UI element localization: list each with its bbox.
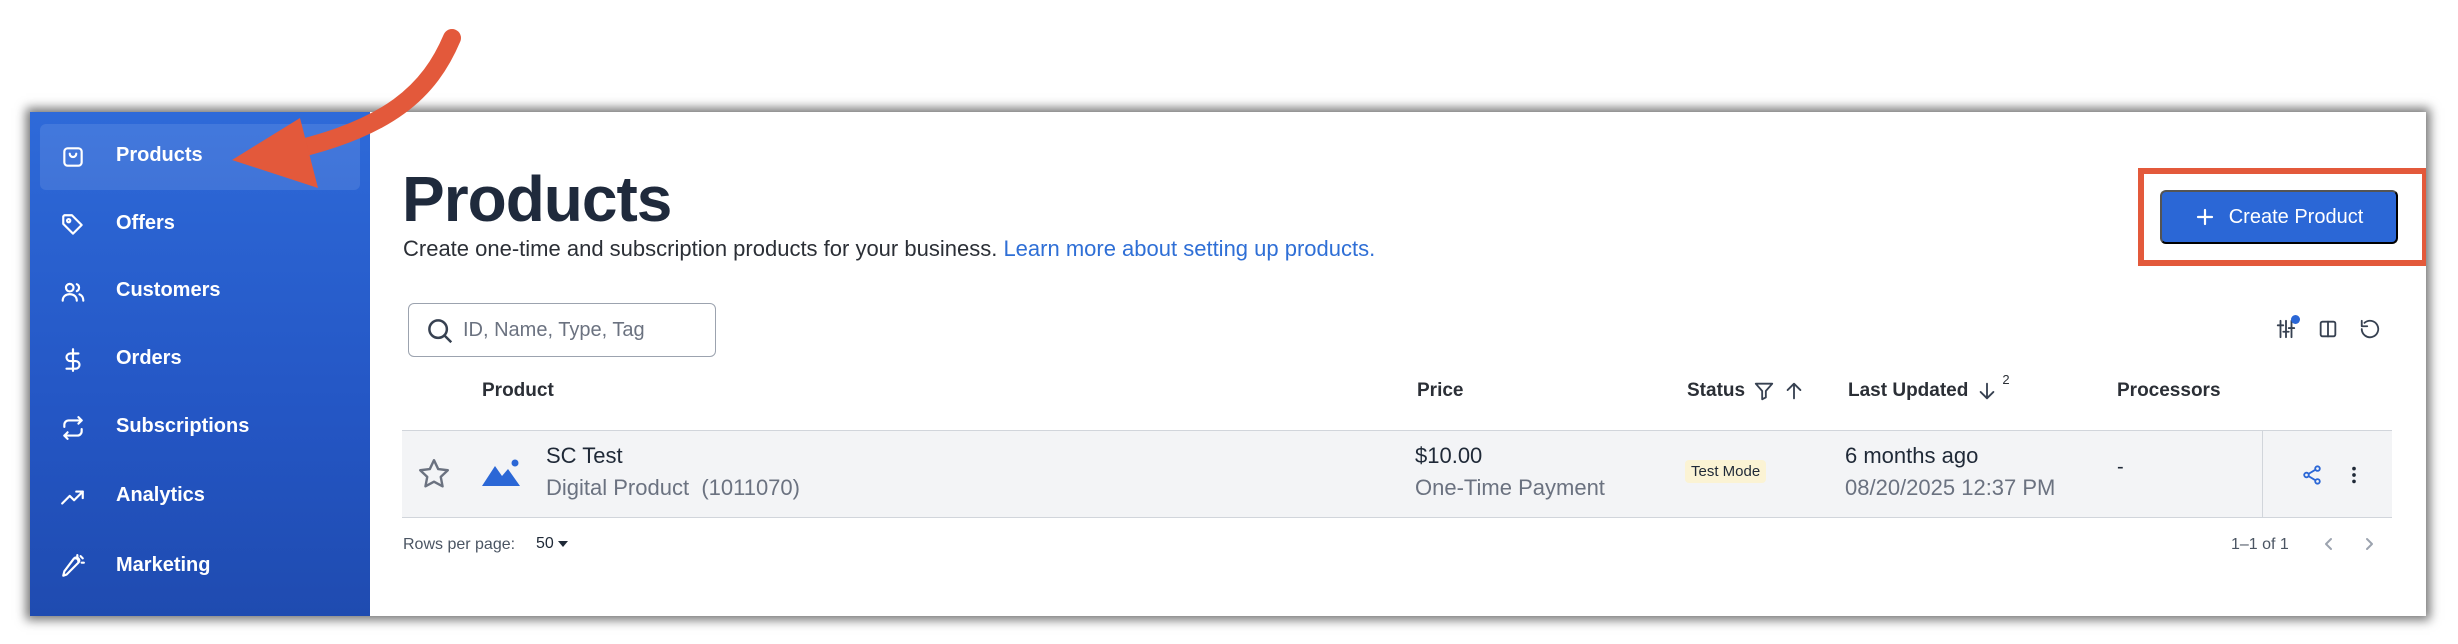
search-box — [408, 303, 716, 357]
product-id: (1011070) — [701, 475, 800, 500]
column-label: Status — [1687, 380, 1746, 401]
app-window: Products Offers Customers Orders Subscri… — [30, 112, 2426, 616]
rows-per-page-label: Rows per page: — [403, 536, 516, 553]
more-vertical-icon — [2352, 466, 2356, 484]
pagination-range: 1–1 of 1 — [2231, 536, 2289, 553]
column-header-last-updated[interactable]: Last Updated 2 — [1848, 372, 2010, 402]
sort-order-badge: 2 — [2002, 371, 2010, 387]
star-icon — [419, 459, 449, 488]
rows-per-page-value: 50 — [536, 535, 554, 552]
plus-icon — [2196, 208, 2213, 226]
page-subtitle: Create one-time and subscription product… — [403, 236, 1375, 262]
product-image-icon — [480, 454, 522, 490]
chevron-down-icon — [557, 541, 568, 547]
column-header-product[interactable]: Product — [482, 380, 554, 402]
tag-icon — [58, 210, 88, 240]
product-type: Digital Product (1011070) — [546, 475, 800, 501]
trending-up-icon — [58, 482, 88, 512]
sidebar-item-customers[interactable]: Customers — [40, 259, 360, 325]
status-badge: Test Mode — [1685, 460, 1767, 483]
next-page-button[interactable] — [2357, 532, 2381, 556]
sidebar-item-subscriptions[interactable]: Subscriptions — [40, 395, 360, 461]
filter-icon[interactable] — [1753, 380, 1775, 402]
sidebar-item-label: Customers — [116, 279, 221, 301]
chevron-left-icon — [2325, 538, 2332, 550]
megaphone-icon — [58, 552, 88, 582]
column-label: Product — [482, 380, 554, 401]
refresh-button[interactable] — [2356, 315, 2384, 343]
sort-descending-icon[interactable] — [1976, 380, 1998, 402]
price-type: One-Time Payment — [1415, 475, 1605, 500]
page-title: Products — [402, 163, 672, 235]
share-button[interactable] — [2298, 461, 2326, 489]
columns-icon — [2319, 320, 2337, 338]
sidebar-item-offers[interactable]: Offers — [40, 192, 360, 258]
product-name[interactable]: SC Test — [546, 443, 623, 469]
sidebar-item-label: Offers — [116, 212, 175, 234]
subtitle-text: Create one-time and subscription product… — [403, 236, 998, 261]
more-actions-button[interactable] — [2340, 461, 2368, 489]
active-filter-dot — [2291, 315, 2300, 324]
search-icon — [428, 319, 453, 344]
previous-page-button[interactable] — [2317, 532, 2341, 556]
sidebar-item-marketing[interactable]: Marketing — [40, 534, 360, 600]
rows-per-page-select[interactable]: 50 — [536, 535, 568, 553]
sidebar-item-orders[interactable]: Orders — [40, 327, 360, 393]
sidebar-item-products[interactable]: Products — [40, 124, 360, 190]
column-label: Price — [1417, 380, 1464, 401]
column-header-processors[interactable]: Processors — [2117, 380, 2221, 402]
sidebar-item-label: Orders — [116, 347, 182, 369]
product-type-label: Digital Product — [546, 475, 690, 500]
processors-value: - — [2117, 456, 2124, 478]
column-label: Processors — [2117, 380, 2221, 401]
search-input[interactable] — [463, 316, 703, 344]
column-header-price[interactable]: Price — [1417, 380, 1463, 402]
repeat-icon — [58, 413, 88, 443]
shopping-bag-icon — [58, 142, 88, 172]
price-amount: $10.00 — [1415, 443, 1483, 468]
sidebar-item-label: Products — [116, 144, 203, 166]
updated-date: 08/20/2025 12:37 PM — [1845, 475, 2056, 500]
sidebar-item-label: Analytics — [116, 484, 205, 506]
sidebar: Products Offers Customers Orders Subscri… — [30, 112, 370, 616]
refresh-icon — [2360, 319, 2380, 339]
sidebar-item-label: Marketing — [116, 554, 211, 576]
share-icon — [2303, 465, 2321, 485]
filter-settings-button[interactable] — [2272, 315, 2300, 343]
sidebar-item-analytics[interactable]: Analytics — [40, 464, 360, 530]
columns-button[interactable] — [2314, 315, 2342, 343]
favorite-star-button[interactable] — [416, 456, 452, 492]
sidebar-item-label: Subscriptions — [116, 415, 250, 437]
column-header-status[interactable]: Status — [1687, 380, 1805, 402]
actions-divider — [2262, 431, 2263, 517]
users-icon — [58, 277, 88, 307]
column-label: Last Updated — [1848, 380, 1969, 401]
updated-relative: 6 months ago — [1845, 443, 1979, 468]
learn-more-link[interactable]: Learn more about setting up products. — [1003, 236, 1375, 261]
create-product-label: Create Product — [2228, 205, 2364, 228]
sort-ascending-icon[interactable] — [1783, 380, 1805, 402]
create-product-button[interactable]: Create Product — [2160, 190, 2398, 244]
chevron-right-icon — [2366, 538, 2373, 550]
dollar-icon — [58, 345, 88, 375]
